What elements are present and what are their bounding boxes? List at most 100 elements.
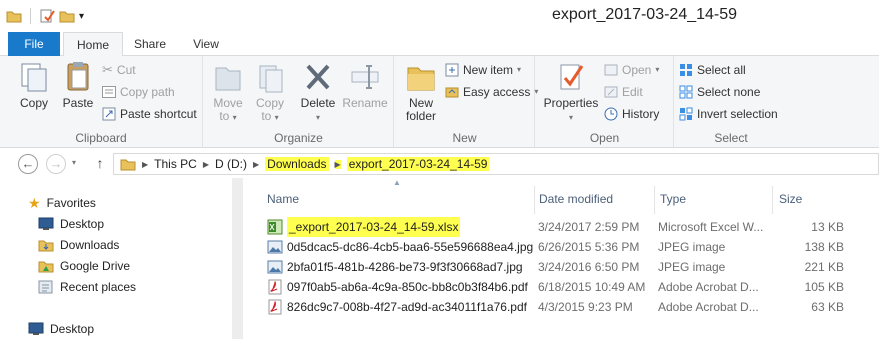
delete-label: Delete <box>300 96 336 110</box>
customize-qat-icon[interactable]: ▾ <box>79 11 84 22</box>
tab-file[interactable]: File <box>8 32 60 56</box>
select-all-label: Select all <box>697 63 746 77</box>
forward-button[interactable]: → <box>46 154 66 174</box>
breadcrumb-this-pc[interactable]: This PC <box>154 157 197 171</box>
tab-home[interactable]: Home <box>63 32 123 57</box>
properties-button[interactable]: Properties ▾ <box>542 60 600 124</box>
divider <box>30 8 31 24</box>
copy-to-icon <box>259 65 283 93</box>
nav-recent-places[interactable]: Recent places <box>38 277 136 297</box>
open-button[interactable]: Open ▾ <box>604 60 659 80</box>
invert-selection-button[interactable]: Invert selection <box>679 104 778 124</box>
tab-view[interactable]: View <box>180 32 232 56</box>
dropdown-arrow: ▾ <box>232 113 237 122</box>
history-button[interactable]: History <box>604 104 659 124</box>
file-name: 0d5dcac5-dc86-4cb5-baa6-55e596688ea4.jpg <box>287 240 534 254</box>
table-row[interactable]: _export_2017-03-24_14-59.xlsx 3/24/2017 … <box>243 217 879 237</box>
table-row[interactable]: 2bfa01f5-481b-4286-be73-9f3f30668ad7.jpg… <box>243 257 879 277</box>
address-row: ← → ▾ ↑ ▶ This PC ▶ D (D:) ▶ Downloads ▶… <box>0 150 879 178</box>
copy-to-button[interactable]: Copy to ▾ <box>250 60 290 124</box>
select-group-label: Select <box>714 131 748 145</box>
column-size[interactable]: Size <box>779 188 839 210</box>
tab-share[interactable]: Share <box>124 32 176 56</box>
nav-google-drive[interactable]: Google Drive <box>38 256 130 276</box>
breadcrumb-export-folder[interactable]: export_2017-03-24_14-59 <box>346 157 490 171</box>
folder-icon <box>6 11 22 23</box>
new-folder-quick-icon[interactable] <box>59 8 75 24</box>
table-row[interactable]: 826dc9c7-008b-4f27-ad9d-ac34011f1a76.pdf… <box>243 297 879 317</box>
paste-shortcut-icon <box>102 107 116 121</box>
open-group: Properties ▾ Open ▾ Edit History Open <box>536 56 674 148</box>
move-to-button[interactable]: Move to ▾ <box>208 60 248 124</box>
file-type: Microsoft Excel W... <box>658 220 764 234</box>
nav-favorites-label: Favorites <box>46 196 96 210</box>
select-all-icon <box>680 64 692 76</box>
quick-access-toolbar: ▾ <box>6 8 84 24</box>
breadcrumb-downloads[interactable]: Downloads <box>265 157 329 171</box>
cut-button[interactable]: ✂ Cut <box>102 60 136 80</box>
copy-icon <box>21 63 47 92</box>
image-icon <box>267 240 283 254</box>
ribbon-tabs: File Home Share View <box>0 32 879 57</box>
chevron-right-icon[interactable]: ▶ <box>334 159 341 169</box>
nav-desktop[interactable]: Desktop <box>38 214 104 234</box>
organize-group-label: Organize <box>274 131 323 145</box>
chevron-right-icon[interactable]: ▶ <box>142 160 148 169</box>
pdf-icon <box>268 299 282 315</box>
paste-button[interactable]: Paste <box>58 60 98 110</box>
address-bar[interactable]: ▶ This PC ▶ D (D:) ▶ Downloads ▶ export_… <box>113 153 879 175</box>
rename-button[interactable]: Rename <box>342 60 388 110</box>
paste-shortcut-label: Paste shortcut <box>120 107 197 121</box>
properties-quick-icon[interactable] <box>39 8 55 24</box>
copy-button[interactable]: Copy <box>12 60 56 110</box>
copy-path-button[interactable]: Copy path <box>102 82 175 102</box>
edit-button[interactable]: Edit <box>604 82 643 102</box>
column-divider[interactable] <box>772 186 773 214</box>
delete-button[interactable]: Delete ▾ <box>298 60 338 124</box>
chevron-right-icon[interactable]: ▶ <box>203 160 209 169</box>
nav-desktop-root[interactable]: Desktop <box>28 319 94 339</box>
select-none-button[interactable]: Select none <box>679 82 760 102</box>
edit-icon <box>604 86 618 98</box>
file-type: JPEG image <box>658 240 726 254</box>
column-name[interactable]: Name <box>267 188 532 210</box>
table-row[interactable]: 097f0ab5-ab6a-4c9a-850c-bb8c0b3f84b6.pdf… <box>243 277 879 297</box>
pane-splitter[interactable] <box>232 178 243 339</box>
paste-icon <box>67 62 89 91</box>
nav-recent-places-label: Recent places <box>60 280 137 294</box>
recent-locations-button[interactable]: ▾ <box>68 154 80 174</box>
copy-label: Copy <box>19 96 48 110</box>
scissors-icon: ✂ <box>102 62 113 77</box>
column-type[interactable]: Type <box>660 188 770 210</box>
back-button[interactable]: ← <box>18 154 38 174</box>
ribbon: Copy Paste ✂ Cut Copy path Paste shortcu… <box>0 56 879 148</box>
open-icon <box>604 64 618 76</box>
easy-access-button[interactable]: Easy access ▾ <box>445 82 538 102</box>
google-drive-folder-icon <box>38 261 54 273</box>
clipboard-group-label: Clipboard <box>75 131 127 145</box>
up-button[interactable]: ↑ <box>90 154 110 174</box>
breadcrumb-drive-d[interactable]: D (D:) <box>215 157 247 171</box>
nav-downloads[interactable]: Downloads <box>38 235 119 255</box>
new-item-button[interactable]: New item ▾ <box>445 60 521 80</box>
file-name: 2bfa01f5-481b-4286-be73-9f3f30668ad7.jpg <box>287 260 523 274</box>
clipboard-group: Copy Paste ✂ Cut Copy path Paste shortcu… <box>0 56 203 148</box>
file-size: 138 KB <box>804 240 844 254</box>
file-date: 3/24/2016 6:50 PM <box>538 260 640 274</box>
column-divider[interactable] <box>534 186 535 214</box>
navigation-pane: ★ Favorites Desktop Downloads Google Dri… <box>0 178 232 339</box>
copy-path-icon <box>102 86 116 98</box>
table-row[interactable]: 0d5dcac5-dc86-4cb5-baa6-55e596688ea4.jpg… <box>243 237 879 257</box>
select-group: Select all Select none Invert selection … <box>675 56 787 148</box>
column-divider[interactable] <box>654 186 655 214</box>
nav-favorites[interactable]: ★ Favorites <box>28 193 96 213</box>
new-folder-button[interactable]: New folder <box>399 60 443 123</box>
select-all-button[interactable]: Select all <box>679 60 746 80</box>
move-to-icon <box>215 67 241 91</box>
file-name-cell: 2bfa01f5-481b-4286-be73-9f3f30668ad7.jpg <box>267 257 537 277</box>
pdf-icon <box>268 279 282 295</box>
chevron-right-icon[interactable]: ▶ <box>253 160 259 169</box>
column-date-modified[interactable]: Date modified <box>539 188 654 210</box>
new-group: New folder New item ▾ Easy access ▾ New <box>395 56 538 148</box>
paste-shortcut-button[interactable]: Paste shortcut <box>102 104 197 124</box>
